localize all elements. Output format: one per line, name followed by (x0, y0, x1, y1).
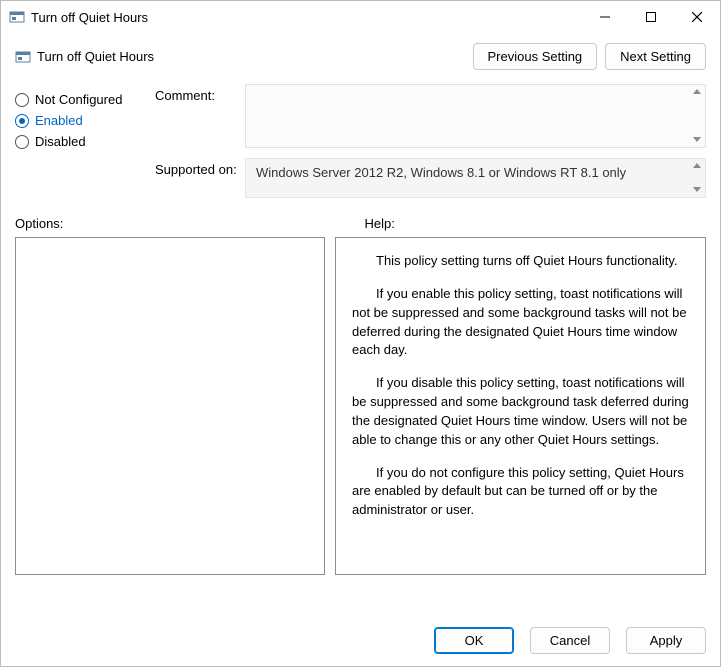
next-setting-button[interactable]: Next Setting (605, 43, 706, 70)
options-label: Options: (15, 216, 361, 231)
radio-enabled[interactable]: Enabled (15, 113, 155, 128)
spin-up-icon (693, 89, 701, 95)
help-paragraph: If you disable this policy setting, toas… (352, 374, 689, 449)
policy-title: Turn off Quiet Hours (37, 49, 465, 64)
section-labels: Options: Help: (1, 198, 720, 237)
comment-input[interactable] (245, 84, 706, 148)
supported-on-box: Windows Server 2012 R2, Windows 8.1 or W… (245, 158, 706, 198)
footer: OK Cancel Apply (1, 619, 720, 666)
radio-not-configured[interactable]: Not Configured (15, 92, 155, 107)
radio-icon (15, 93, 29, 107)
spin-down-icon (693, 137, 701, 143)
titlebar[interactable]: Turn off Quiet Hours (1, 1, 720, 33)
radio-label: Disabled (35, 134, 86, 149)
radio-icon (15, 135, 29, 149)
minimize-button[interactable] (582, 1, 628, 33)
supported-on-value: Windows Server 2012 R2, Windows 8.1 or W… (256, 165, 626, 180)
settings-area: Not Configured Enabled Disabled Comment:… (1, 78, 720, 198)
apply-button[interactable]: Apply (626, 627, 706, 654)
previous-setting-button[interactable]: Previous Setting (473, 43, 598, 70)
panels-row: This policy setting turns off Quiet Hour… (1, 237, 720, 619)
spin-up-icon (693, 163, 701, 169)
policy-icon (15, 49, 31, 65)
help-paragraph: If you do not configure this policy sett… (352, 464, 689, 521)
window-title: Turn off Quiet Hours (31, 10, 582, 25)
help-paragraph: If you enable this policy setting, toast… (352, 285, 689, 360)
radio-icon (15, 114, 29, 128)
radio-label: Enabled (35, 113, 83, 128)
radio-disabled[interactable]: Disabled (15, 134, 155, 149)
spin-down-icon (693, 187, 701, 193)
radio-label: Not Configured (35, 92, 122, 107)
state-radio-group: Not Configured Enabled Disabled (15, 84, 155, 198)
window-controls (582, 1, 720, 33)
help-paragraph: This policy setting turns off Quiet Hour… (352, 252, 689, 271)
settings-right: Comment: Supported on: Windows Server 20… (155, 84, 706, 198)
cancel-button[interactable]: Cancel (530, 627, 610, 654)
maximize-button[interactable] (628, 1, 674, 33)
help-panel[interactable]: This policy setting turns off Quiet Hour… (335, 237, 706, 575)
options-panel[interactable] (15, 237, 325, 575)
comment-label: Comment: (155, 84, 245, 103)
gpo-editor-window: Turn off Quiet Hours Turn off Quiet Hour… (0, 0, 721, 667)
ok-button[interactable]: OK (434, 627, 514, 654)
help-label: Help: (361, 216, 707, 231)
close-button[interactable] (674, 1, 720, 33)
header-row: Turn off Quiet Hours Previous Setting Ne… (1, 33, 720, 78)
app-icon (9, 9, 25, 25)
supported-on-label: Supported on: (155, 158, 245, 177)
